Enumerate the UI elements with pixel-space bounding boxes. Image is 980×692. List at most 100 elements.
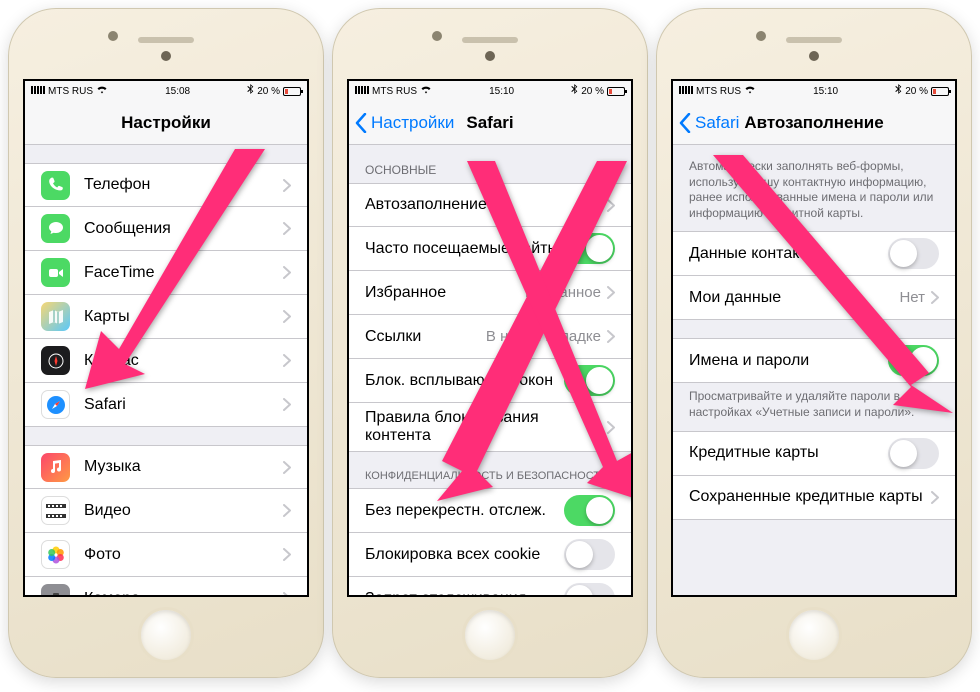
row-label: FaceTime bbox=[84, 264, 283, 282]
row-label: Блок. всплывающих окон bbox=[365, 372, 564, 390]
settings-row[interactable]: Кредитные карты bbox=[673, 431, 955, 476]
row-label: Компас bbox=[84, 352, 283, 370]
row-label: Правила блокирования контента bbox=[365, 409, 607, 445]
home-button[interactable] bbox=[786, 607, 842, 663]
compass-icon bbox=[41, 346, 70, 375]
row-label: Мои данные bbox=[689, 289, 899, 307]
row-label: Запрет отслеживания bbox=[365, 590, 564, 598]
row-label: Ссылки bbox=[365, 328, 486, 346]
toggle-switch[interactable] bbox=[564, 495, 615, 526]
battery-icon bbox=[283, 87, 301, 96]
chevron-right-icon bbox=[283, 548, 291, 561]
carrier-label: MTS RUS bbox=[696, 86, 741, 97]
row-label: Данные контакта bbox=[689, 245, 888, 263]
toggle-switch[interactable] bbox=[564, 365, 615, 396]
row-label: Избранное bbox=[365, 284, 525, 302]
wifi-icon bbox=[744, 85, 756, 97]
settings-row[interactable]: Блокировка всех cookie bbox=[349, 533, 631, 577]
settings-row[interactable]: СсылкиВ новой вкладке bbox=[349, 315, 631, 359]
phone-frame-2: MTS RUS 15:10 20 % Настройки Safari ОСНО… bbox=[332, 8, 648, 678]
row-detail: Избранное bbox=[525, 284, 601, 301]
settings-row[interactable]: Видео bbox=[25, 489, 307, 533]
nav-bar: Настройки Safari bbox=[349, 101, 631, 145]
chevron-right-icon bbox=[607, 286, 615, 299]
bluetooth-icon bbox=[895, 84, 902, 98]
toggle-switch[interactable] bbox=[564, 583, 615, 597]
chevron-right-icon bbox=[283, 310, 291, 323]
bluetooth-icon bbox=[247, 84, 254, 98]
row-label: Блокировка всех cookie bbox=[365, 546, 564, 564]
nav-bar: Настройки bbox=[25, 101, 307, 145]
settings-row[interactable]: ИзбранноеИзбранное bbox=[349, 271, 631, 315]
settings-row[interactable]: Мои данныеНет bbox=[673, 276, 955, 320]
toggle-switch[interactable] bbox=[564, 539, 615, 570]
back-button[interactable]: Safari bbox=[679, 101, 739, 144]
settings-row[interactable]: Сохраненные кредитные карты bbox=[673, 476, 955, 520]
chevron-right-icon bbox=[283, 179, 291, 192]
section-header-privacy: КОНФИДЕНЦИАЛЬНОСТЬ И БЕЗОПАСНОСТЬ bbox=[349, 452, 631, 488]
safari-icon bbox=[41, 390, 70, 419]
settings-row[interactable]: Часто посещаемые сайты bbox=[349, 227, 631, 271]
home-button[interactable] bbox=[138, 607, 194, 663]
screen-settings-root: MTS RUS 15:08 20 % Настройки Телефон Сооб… bbox=[23, 79, 309, 597]
chevron-right-icon bbox=[283, 592, 291, 597]
settings-row[interactable]: Правила блокирования контента bbox=[349, 403, 631, 452]
settings-row[interactable]: Safari bbox=[25, 383, 307, 427]
settings-row[interactable]: Имена и пароли bbox=[673, 338, 955, 383]
settings-row[interactable]: Автозаполнение bbox=[349, 183, 631, 227]
carrier-label: MTS RUS bbox=[48, 86, 93, 97]
chevron-right-icon bbox=[283, 222, 291, 235]
msg-icon bbox=[41, 214, 70, 243]
row-detail: В новой вкладке bbox=[486, 328, 601, 345]
wifi-icon bbox=[420, 85, 432, 97]
settings-row[interactable]: Без перекрестн. отслеж. bbox=[349, 488, 631, 533]
screen-autofill: MTS RUS 15:10 20 % Safari Автозаполнение… bbox=[671, 79, 957, 597]
settings-row[interactable]: Музыка bbox=[25, 445, 307, 489]
settings-row[interactable]: Запрет отслеживания bbox=[349, 577, 631, 597]
camera-icon bbox=[41, 584, 70, 597]
row-label: Карты bbox=[84, 308, 283, 326]
chevron-right-icon bbox=[283, 354, 291, 367]
chevron-right-icon bbox=[607, 421, 615, 434]
settings-row[interactable]: Камера bbox=[25, 577, 307, 597]
settings-row[interactable]: FaceTime bbox=[25, 251, 307, 295]
toggle-switch[interactable] bbox=[888, 438, 939, 469]
settings-row[interactable]: Фото bbox=[25, 533, 307, 577]
row-label: Сохраненные кредитные карты bbox=[689, 488, 931, 506]
toggle-switch[interactable] bbox=[888, 345, 939, 376]
row-label: Камера bbox=[84, 590, 283, 598]
status-time: 15:10 bbox=[489, 86, 514, 97]
row-label: Часто посещаемые сайты bbox=[365, 240, 564, 258]
row-label: Кредитные карты bbox=[689, 444, 888, 462]
settings-row[interactable]: Блок. всплывающих окон bbox=[349, 359, 631, 403]
page-title: Настройки bbox=[121, 113, 211, 133]
battery-percent: 20 % bbox=[581, 86, 604, 97]
home-button[interactable] bbox=[462, 607, 518, 663]
phone-frame-3: MTS RUS 15:10 20 % Safari Автозаполнение… bbox=[656, 8, 972, 678]
row-label: Телефон bbox=[84, 176, 283, 194]
signal-icon bbox=[31, 86, 45, 97]
nav-bar: Safari Автозаполнение bbox=[673, 101, 955, 145]
settings-row[interactable]: Данные контакта bbox=[673, 231, 955, 276]
signal-icon bbox=[355, 86, 369, 97]
row-label: Автозаполнение bbox=[365, 196, 607, 214]
status-bar: MTS RUS 15:10 20 % bbox=[349, 81, 631, 101]
toggle-switch[interactable] bbox=[564, 233, 615, 264]
settings-row[interactable]: Карты bbox=[25, 295, 307, 339]
page-title: Safari bbox=[466, 113, 513, 133]
row-label: Без перекрестн. отслеж. bbox=[365, 502, 564, 520]
back-button[interactable]: Настройки bbox=[355, 101, 454, 144]
music-icon bbox=[41, 453, 70, 482]
settings-row[interactable]: Компас bbox=[25, 339, 307, 383]
toggle-switch[interactable] bbox=[888, 238, 939, 269]
battery-percent: 20 % bbox=[257, 86, 280, 97]
row-label: Safari bbox=[84, 396, 283, 414]
settings-row[interactable]: Телефон bbox=[25, 163, 307, 207]
photos-icon bbox=[41, 540, 70, 569]
status-time: 15:08 bbox=[165, 86, 190, 97]
screen-safari-settings: MTS RUS 15:10 20 % Настройки Safari ОСНО… bbox=[347, 79, 633, 597]
video-icon bbox=[41, 496, 70, 525]
settings-row[interactable]: Сообщения bbox=[25, 207, 307, 251]
signal-icon bbox=[679, 86, 693, 97]
battery-icon bbox=[607, 87, 625, 96]
